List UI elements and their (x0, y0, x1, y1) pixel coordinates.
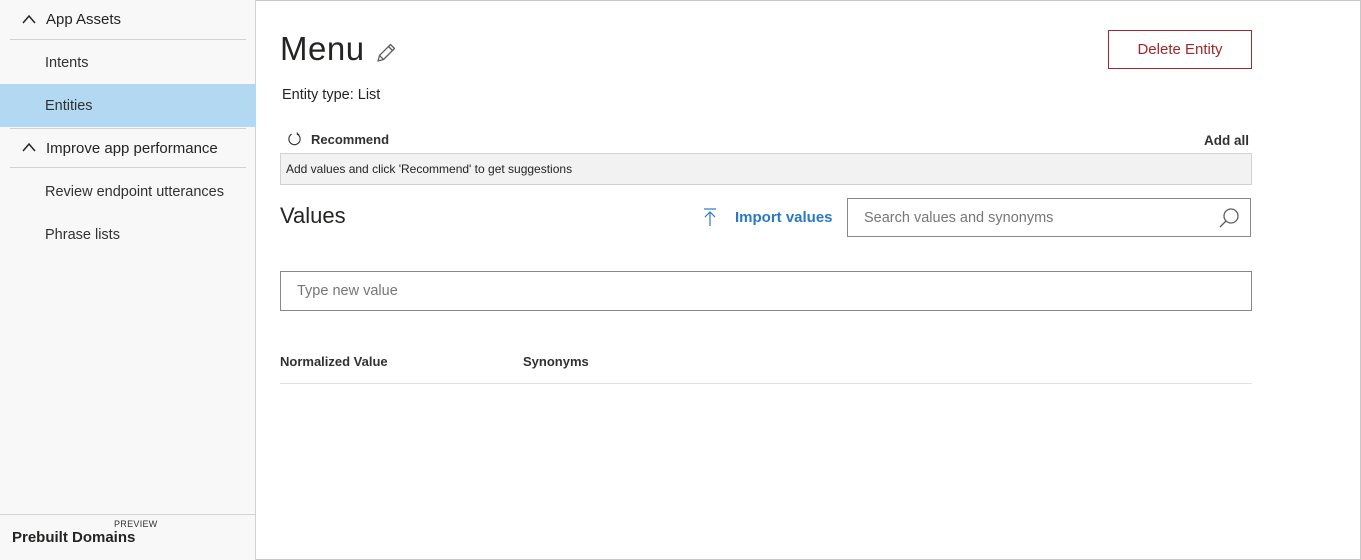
sidebar-item-intents[interactable]: Intents (0, 41, 256, 84)
import-values-label: Import values (735, 208, 833, 226)
search-input[interactable] (848, 199, 1208, 236)
column-header-synonyms[interactable]: Synonyms (523, 354, 589, 369)
chevron-up-icon (22, 142, 36, 152)
sidebar-item-review-endpoint-utterances[interactable]: Review endpoint utterances (0, 170, 256, 213)
entity-type: Entity type: List (282, 87, 381, 103)
chevron-up-icon (22, 14, 36, 23)
sidebar-item-label: Phrase lists (45, 226, 120, 243)
preview-badge: PREVIEW (114, 519, 158, 529)
add-all-button[interactable]: Add all (1204, 133, 1249, 148)
refresh-icon (288, 132, 301, 146)
sidebar-item-label: Intents (45, 54, 89, 71)
section-label: App Assets (46, 11, 122, 28)
recommend-button[interactable]: Recommend (287, 132, 389, 147)
delete-entity-button[interactable]: Delete Entity (1108, 30, 1252, 69)
search-icon[interactable] (1218, 207, 1240, 229)
suggestions-bar: Add values and click 'Recommend' to get … (280, 153, 1252, 185)
values-table-header: Normalized Value Synonyms (280, 344, 1252, 384)
recommend-label: Recommend (311, 132, 390, 147)
prebuilt-domains-label: Prebuilt Domains (12, 529, 136, 546)
section-label: Improve app performance (46, 139, 218, 157)
section-app-assets[interactable]: App Assets (10, 0, 246, 40)
page-title: Menu (280, 30, 365, 67)
section-improve-performance[interactable]: Improve app performance (10, 128, 246, 168)
values-heading: Values (280, 203, 346, 228)
sidebar: App Assets Intents Entities Improve app … (0, 0, 256, 560)
pencil-icon[interactable] (375, 42, 397, 64)
import-values-button[interactable]: Import values (702, 207, 833, 227)
search-box (847, 198, 1251, 237)
new-value-field (280, 271, 1252, 311)
upload-icon (704, 208, 716, 226)
sidebar-item-label: Entities (45, 97, 93, 114)
sidebar-item-entities[interactable]: Entities (0, 84, 256, 127)
prebuilt-domains-link[interactable]: PREVIEW Prebuilt Domains (0, 514, 255, 560)
sidebar-item-phrase-lists[interactable]: Phrase lists (0, 213, 256, 256)
sidebar-item-label: Review endpoint utterances (45, 183, 224, 200)
new-value-input[interactable] (281, 272, 1251, 310)
column-header-normalized-value[interactable]: Normalized Value (280, 354, 388, 369)
